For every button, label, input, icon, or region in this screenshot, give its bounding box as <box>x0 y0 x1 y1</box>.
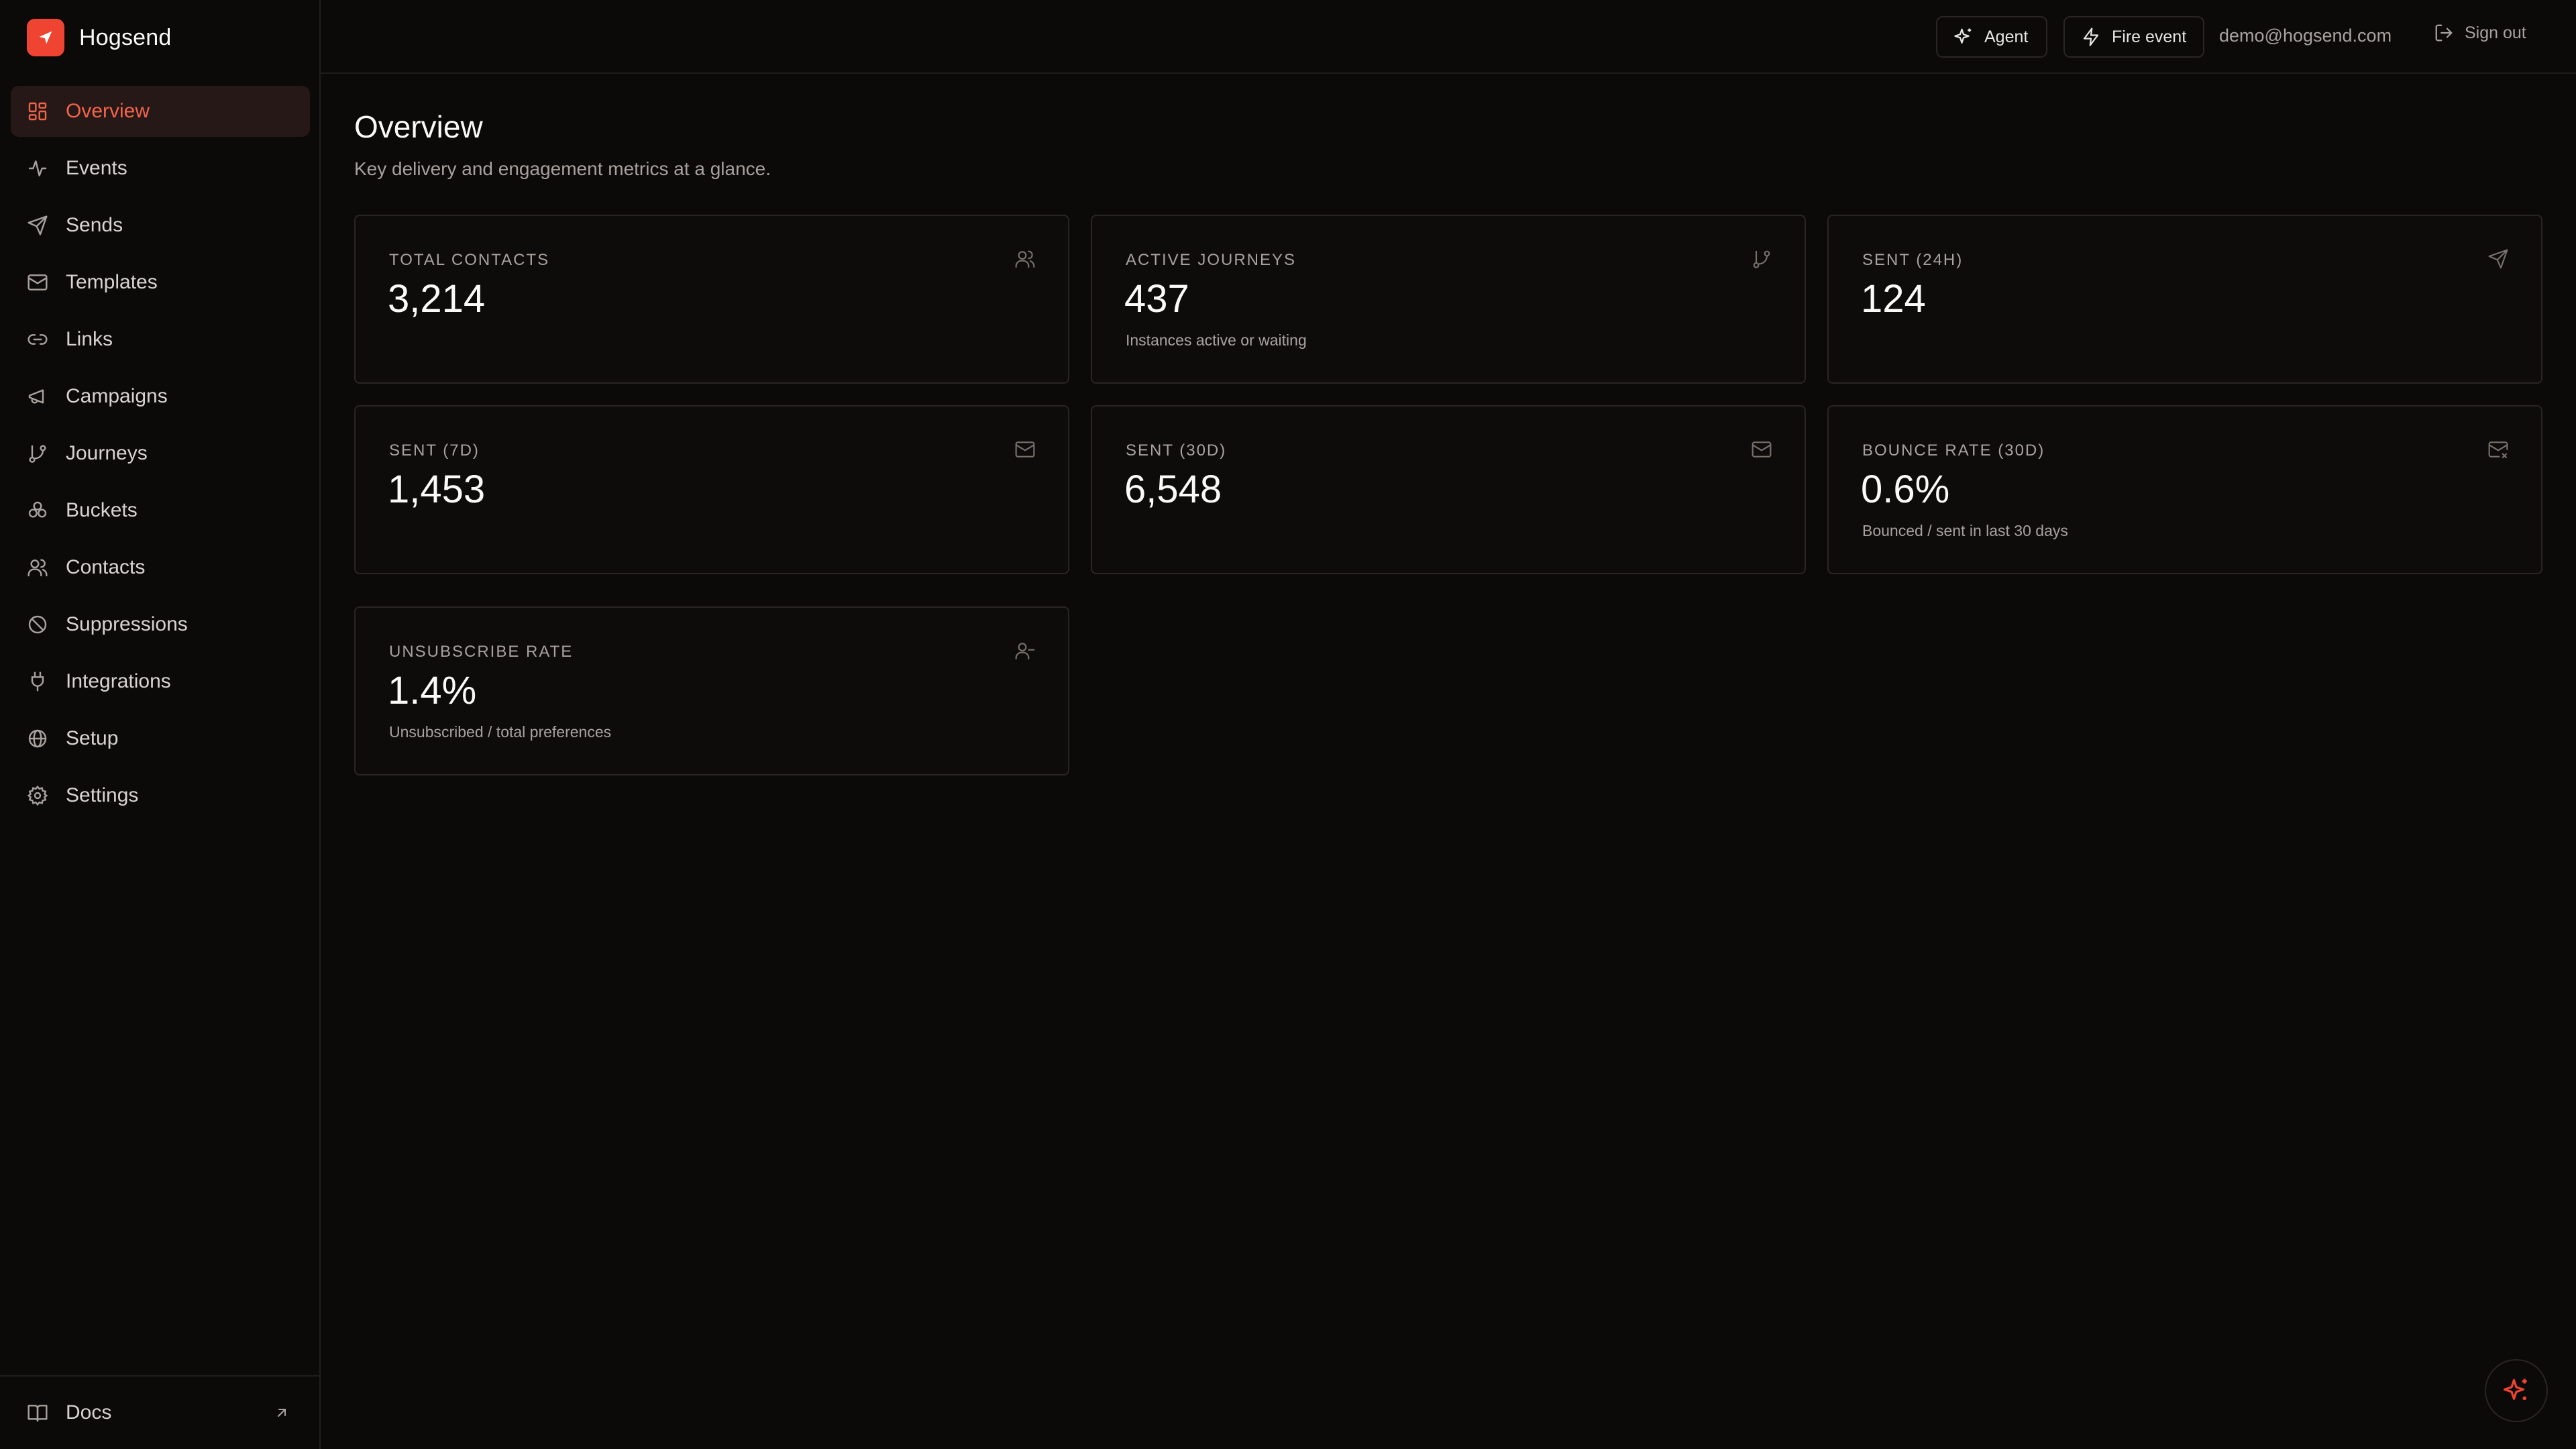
metric-label: Total contacts <box>389 251 550 269</box>
sidebar-item-settings[interactable]: Settings <box>11 770 310 821</box>
metric-label: Active journeys <box>1126 251 1297 269</box>
git-branch-icon <box>1753 250 1770 268</box>
sidebar-item-contacts[interactable]: Contacts <box>11 542 310 593</box>
sidebar-item-label: Integrations <box>66 670 171 692</box>
sidebar-item-sends[interactable]: Sends <box>11 200 310 251</box>
sidebar-item-label: Settings <box>66 784 139 806</box>
sign-out-button[interactable]: Sign out <box>2434 23 2526 43</box>
sparkles-icon <box>2503 1379 2527 1400</box>
sign-out-label: Sign out <box>2465 23 2526 42</box>
sidebar-nav: Overview Events Sends Templates Links Ca… <box>11 86 310 827</box>
sidebar-item-overview[interactable]: Overview <box>11 86 310 137</box>
metric-value: 6,548 <box>1124 468 1222 511</box>
send-icon <box>28 215 48 235</box>
link-icon <box>28 334 48 345</box>
plug-icon <box>31 672 44 692</box>
metric-value: 437 <box>1124 277 1189 321</box>
metric-note: Bounced / sent in last 30 days <box>1862 522 2068 539</box>
sidebar-item-events[interactable]: Events <box>11 143 310 194</box>
brand-name: Hogsend <box>79 24 172 50</box>
send-icon <box>2488 249 2508 269</box>
sidebar-item-suppressions[interactable]: Suppressions <box>11 599 310 650</box>
metric-label: Sent (7d) <box>389 441 480 460</box>
log-out-icon <box>2435 24 2453 42</box>
mail-icon <box>1015 441 1035 458</box>
docs-label: Docs <box>66 1401 112 1424</box>
metric-card-unsubscribe-rate: Unsubscribe rate 1.4% Unsubscribed / tot… <box>354 606 1069 775</box>
sidebar-item-label: Sends <box>66 214 123 236</box>
sidebar-item-label: Contacts <box>66 556 146 578</box>
metric-note: Unsubscribed / total preferences <box>389 723 612 741</box>
sidebar-item-setup[interactable]: Setup <box>11 713 310 764</box>
gear-icon <box>27 785 48 806</box>
metric-label: Sent (24h) <box>1862 251 1964 269</box>
metric-value: 0.6% <box>1861 468 1950 511</box>
sidebar-item-label: Links <box>66 328 113 350</box>
agent-button[interactable]: Agent <box>1936 16 2047 58</box>
sidebar-footer: Docs <box>0 1375 319 1449</box>
metric-value: 1.4% <box>388 669 477 712</box>
docs-link[interactable]: Docs <box>27 1394 111 1432</box>
git-branch-icon <box>29 445 46 463</box>
sidebar-item-label: Campaigns <box>66 385 168 407</box>
metric-value: 1,453 <box>388 468 486 511</box>
page-title: Overview <box>354 109 483 144</box>
mail-icon <box>28 274 48 290</box>
metric-note: Instances active or waiting <box>1126 331 1307 349</box>
sidebar-item-label: Setup <box>66 727 119 749</box>
sidebar-item-campaigns[interactable]: Campaigns <box>11 371 310 422</box>
globe-icon <box>28 729 47 748</box>
sparkles-icon <box>1954 28 1972 44</box>
metric-label: Unsubscribe rate <box>389 643 574 661</box>
sidebar-item-buckets[interactable]: Buckets <box>11 485 310 536</box>
agent-fab-button[interactable] <box>2485 1359 2548 1422</box>
megaphone-icon <box>28 389 44 404</box>
user-minus-icon <box>1015 643 1035 660</box>
ban-icon <box>28 615 47 634</box>
sidebar-item-journeys[interactable]: Journeys <box>11 428 310 479</box>
metric-card-sent-7d: Sent (7d) 1,453 <box>354 405 1069 574</box>
metric-value: 124 <box>1861 277 1926 321</box>
sidebar-item-templates[interactable]: Templates <box>11 257 310 308</box>
top-header: Agent Fire event demo@hogsend.com Sign o… <box>321 0 2576 74</box>
fire-event-button[interactable]: Fire event <box>2063 16 2204 58</box>
dashboard-icon <box>28 102 47 121</box>
sidebar-item-label: Events <box>66 157 127 179</box>
external-link-icon[interactable] <box>274 1405 290 1421</box>
sidebar-item-integrations[interactable]: Integrations <box>11 656 310 707</box>
page-subtitle: Key delivery and engagement metrics at a… <box>354 158 771 179</box>
metric-card-total-contacts: Total contacts 3,214 <box>354 215 1069 384</box>
brand[interactable]: Hogsend <box>27 19 172 56</box>
sidebar-item-label: Overview <box>66 100 150 122</box>
app-root: Hogsend Overview Events Sends Templates … <box>0 0 2576 1449</box>
zap-icon <box>2083 28 2099 46</box>
agent-label: Agent <box>1984 27 2029 46</box>
sidebar-item-links[interactable]: Links <box>11 314 310 365</box>
book-icon <box>28 1405 48 1422</box>
metric-card-bounce-rate: Bounce rate (30d) 0.6% Bounced / sent in… <box>1827 405 2542 574</box>
sidebar-item-label: Buckets <box>66 499 138 521</box>
user-email: demo@hogsend.com <box>2219 25 2392 46</box>
metric-label: Sent (30d) <box>1126 441 1227 460</box>
metric-card-sent-24h: Sent (24h) 124 <box>1827 215 2542 384</box>
metric-label: Bounce rate (30d) <box>1862 441 2045 460</box>
metric-card-sent-30d: Sent (30d) 6,548 <box>1091 405 1806 574</box>
users-icon <box>28 559 48 577</box>
activity-icon <box>28 160 47 176</box>
sidebar-item-label: Suppressions <box>66 613 188 635</box>
sidebar-item-label: Journeys <box>66 442 148 464</box>
metric-value: 3,214 <box>388 277 486 321</box>
sidebar: Hogsend Overview Events Sends Templates … <box>0 0 321 1449</box>
boxes-icon <box>28 501 47 518</box>
metric-card-active-journeys: Active journeys 437 Instances active or … <box>1091 215 1806 384</box>
logo-icon <box>27 19 64 56</box>
mail-x-icon <box>2488 441 2508 459</box>
mail-icon <box>1752 441 1772 458</box>
sidebar-item-label: Templates <box>66 271 158 293</box>
users-icon <box>1015 250 1035 268</box>
fire-event-label: Fire event <box>2112 27 2187 46</box>
